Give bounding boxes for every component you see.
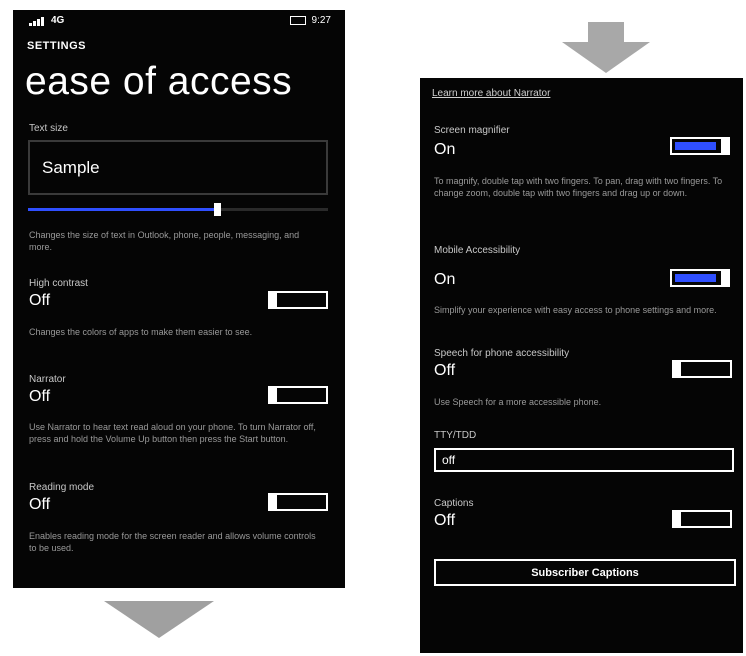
toggle-knob [268, 493, 277, 511]
subscriber-captions-button[interactable]: Subscriber Captions [434, 559, 736, 586]
narrator-toggle[interactable] [268, 386, 328, 404]
arrow-down-icon [562, 22, 650, 73]
slider-thumb[interactable] [214, 203, 221, 216]
network-label: 4G [51, 15, 65, 26]
screen-magnifier-state: On [434, 141, 456, 158]
text-size-description: Changes the size of text in Outlook, pho… [29, 230, 300, 252]
reading-mode-label: Reading mode [29, 482, 95, 493]
reading-mode-state: Off [29, 496, 51, 513]
toggle-knob [721, 269, 730, 287]
toggle-knob [721, 137, 730, 155]
battery-icon [289, 15, 306, 25]
mobile-accessibility-label: Mobile Accessibility [434, 245, 521, 256]
page-title: ease of access [25, 60, 293, 103]
learn-more-link[interactable]: Learn more about Narrator [432, 88, 550, 99]
reading-mode-description: Enables reading mode for the screen read… [29, 531, 316, 553]
tty-tdd-field[interactable] [434, 448, 734, 472]
toggle-knob [672, 510, 681, 528]
high-contrast-toggle[interactable] [268, 291, 328, 309]
speech-accessibility-description: Use Speech for a more accessible phone. [434, 397, 602, 407]
screen-magnifier-toggle[interactable] [670, 137, 730, 155]
toggle-knob [268, 386, 277, 404]
captions-label: Captions [434, 498, 474, 509]
clock: 9:27 [311, 15, 331, 26]
status-right: 9:27 [289, 15, 331, 26]
toggle-fill [675, 274, 716, 282]
slider-fill [28, 208, 217, 211]
captions-state: Off [434, 512, 456, 529]
toggle-knob [268, 291, 277, 309]
tty-tdd-input[interactable] [436, 450, 732, 470]
phone-screen-right: Learn more about Narrator Screen magnifi… [420, 78, 743, 653]
tty-tdd-label: TTY/TDD [434, 430, 477, 441]
narrator-state: Off [29, 388, 51, 405]
high-contrast-state: Off [29, 292, 51, 309]
signal-icon [29, 15, 45, 26]
narrator-description: Use Narrator to hear text read aloud on … [29, 422, 316, 444]
mobile-accessibility-state: On [434, 271, 456, 288]
text-size-slider[interactable] [28, 203, 328, 216]
text-size-label: Text size [29, 123, 68, 134]
phone-screen-left: 4G 9:27 SETTINGS ease of access Text siz… [13, 10, 345, 588]
reading-mode-toggle[interactable] [268, 493, 328, 511]
speech-accessibility-label: Speech for phone accessibility [434, 348, 570, 359]
mobile-accessibility-toggle[interactable] [670, 269, 730, 287]
narrator-label: Narrator [29, 374, 66, 385]
captions-toggle[interactable] [672, 510, 732, 528]
toggle-knob [672, 360, 681, 378]
sample-text: Sample [42, 158, 100, 177]
status-left: 4G [29, 15, 64, 26]
arrow-down-icon [104, 601, 214, 638]
text-size-sample-box: Sample [28, 140, 328, 195]
high-contrast-label: High contrast [29, 278, 88, 289]
status-bar: 4G 9:27 [13, 10, 345, 32]
settings-label: SETTINGS [27, 40, 87, 52]
speech-accessibility-state: Off [434, 362, 456, 379]
mobile-accessibility-description: Simplify your experience with easy acces… [434, 305, 717, 315]
toggle-fill [675, 142, 716, 150]
screen-magnifier-description: To magnify, double tap with two fingers.… [434, 176, 723, 198]
screen-magnifier-label: Screen magnifier [434, 125, 510, 136]
high-contrast-description: Changes the colors of apps to make them … [29, 327, 253, 337]
speech-accessibility-toggle[interactable] [672, 360, 732, 378]
